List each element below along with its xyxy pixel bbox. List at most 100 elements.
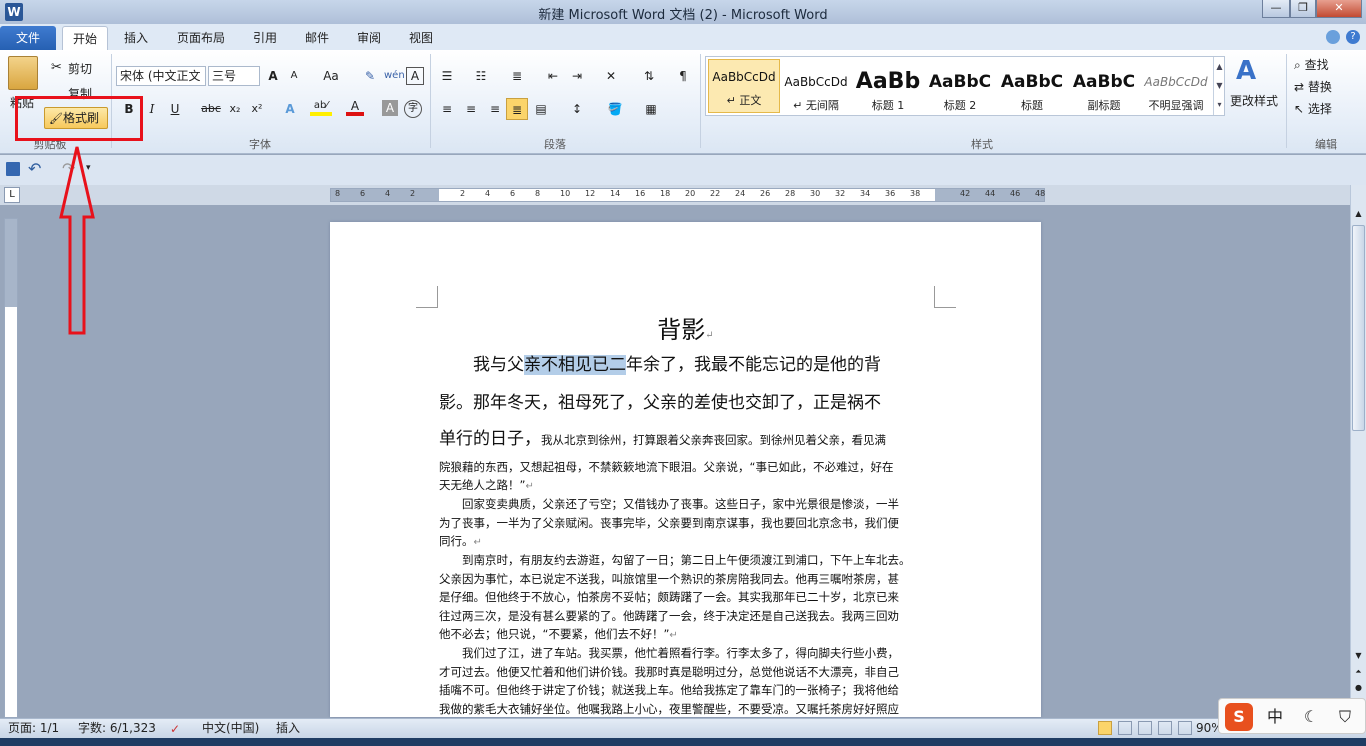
language-indicator[interactable]: 中文(中国): [202, 719, 259, 737]
style-preview: AaBbCcDd: [1144, 75, 1208, 89]
save-icon[interactable]: [6, 162, 20, 176]
scroll-thumb[interactable]: [1352, 225, 1365, 431]
style-heading-1[interactable]: AaBb 标题 1: [852, 65, 924, 121]
highlight-color-icon[interactable]: ab⁄: [310, 98, 332, 116]
title-bar: W 新建 Microsoft Word 文档 (2) - Microsoft W…: [0, 0, 1366, 24]
borders-icon[interactable]: ▦: [640, 98, 662, 120]
find-label: 查找: [1304, 58, 1329, 72]
minimize-ribbon-icon[interactable]: [1326, 30, 1340, 44]
minimize-button[interactable]: —: [1262, 0, 1290, 18]
web-layout-icon[interactable]: [1138, 721, 1152, 735]
change-case-button[interactable]: Aa: [318, 65, 344, 87]
char-border-button[interactable]: A: [406, 67, 424, 85]
insert-mode[interactable]: 插入: [276, 719, 300, 737]
shrink-font-button[interactable]: A: [286, 65, 302, 87]
draft-icon[interactable]: [1178, 721, 1192, 735]
font-size-dropdown[interactable]: 三号: [208, 66, 260, 86]
strikethrough-button[interactable]: abc: [200, 98, 222, 120]
style-title[interactable]: AaBbC 标题: [996, 65, 1068, 121]
char-shading-icon[interactable]: A: [382, 100, 398, 116]
paragraph-line: 回家变卖典质，父亲还了亏空；又借钱办了丧事。这些日子，家中光景很是惨淡，一半: [439, 497, 899, 511]
style-normal[interactable]: AaBbCcDd ↵ 正文: [708, 59, 780, 113]
paste-icon[interactable]: [8, 56, 38, 90]
find-button[interactable]: ⌕ 查找: [1294, 56, 1329, 73]
text-effects-icon[interactable]: A: [280, 98, 300, 120]
paragraph-line: 插嘴不可。但他终于讲定了价钱；就送我上车。他给我拣定了靠车门的一张椅子；我将他给: [439, 683, 899, 697]
styles-scroll[interactable]: ▲ ▼ ▾: [1213, 57, 1225, 115]
margin-corner-mark: [934, 286, 956, 308]
enclose-characters-button[interactable]: 字: [404, 100, 422, 118]
ime-lang-toggle[interactable]: 中: [1261, 703, 1289, 731]
tab-selector-icon[interactable]: L: [4, 187, 20, 203]
style-subtitle[interactable]: AaBbC 副标题: [1068, 65, 1140, 121]
subscript-button[interactable]: x₂: [226, 98, 244, 120]
sort-icon[interactable]: ⇅: [640, 65, 658, 87]
underline-button[interactable]: U: [166, 98, 184, 120]
prev-page-icon[interactable]: ⏶: [1352, 667, 1365, 681]
font-family-dropdown[interactable]: 宋体 (中文正文: [116, 66, 206, 86]
tab-home[interactable]: 开始: [62, 26, 108, 50]
skin-icon[interactable]: ⛉: [1331, 703, 1359, 731]
cut-button[interactable]: 剪切: [68, 60, 92, 77]
italic-button[interactable]: I: [144, 98, 160, 120]
vertical-scrollbar[interactable]: ▲ ▼ ⏶ ●: [1350, 185, 1366, 718]
help-icon[interactable]: ?: [1346, 30, 1360, 44]
reading-layout-icon[interactable]: [1118, 721, 1132, 735]
horizontal-ruler[interactable]: 8 6 4 2 2 4 6 8 10 12 14 16 18 20 22 24 26 28 30 32 34 36 38 42…: [330, 188, 1045, 202]
ruler-tick-label: 6: [510, 189, 516, 198]
align-left-icon[interactable]: ≡: [438, 98, 456, 120]
justify-icon[interactable]: ≣: [506, 98, 528, 120]
superscript-button[interactable]: x²: [248, 98, 266, 120]
align-center-icon[interactable]: ≡: [462, 98, 480, 120]
multilevel-list-icon[interactable]: ≣: [508, 65, 526, 87]
scroll-up-icon[interactable]: ▲: [1352, 209, 1365, 223]
undo-icon[interactable]: ↶: [28, 159, 41, 178]
clear-formatting-icon[interactable]: ✎: [360, 65, 380, 87]
bullets-icon[interactable]: ☰: [438, 65, 456, 87]
phonetic-guide-icon[interactable]: wén: [384, 65, 405, 87]
tab-mailings[interactable]: 邮件: [296, 26, 338, 50]
group-styles-label: 样式: [971, 138, 993, 151]
style-no-spacing[interactable]: AaBbCcDd ↵ 无间隔: [780, 65, 852, 121]
moon-icon[interactable]: ☾: [1297, 703, 1325, 731]
increase-indent-icon[interactable]: ⇥: [568, 65, 586, 87]
font-color-button[interactable]: A: [346, 98, 364, 116]
line-spacing-icon[interactable]: ↕: [566, 98, 588, 120]
decrease-indent-icon[interactable]: ⇤: [544, 65, 562, 87]
shading-icon[interactable]: 🪣: [604, 98, 626, 120]
scissors-icon[interactable]: ✂: [51, 60, 62, 75]
scroll-down-icon[interactable]: ▼: [1352, 651, 1365, 665]
document-page[interactable]: 背影↵ 我与父亲不相见已二年余了，我最不能忘记的是他的背 影。那年冬天，祖母死了…: [330, 222, 1041, 717]
grow-font-button[interactable]: A: [264, 65, 282, 87]
style-heading-2[interactable]: AaBbC 标题 2: [924, 65, 996, 121]
outline-icon[interactable]: [1158, 721, 1172, 735]
print-layout-icon[interactable]: [1098, 721, 1112, 735]
ruler-tick-label: 38: [910, 189, 921, 198]
distributed-icon[interactable]: ▤: [532, 98, 550, 120]
change-styles-icon[interactable]: A: [1236, 56, 1256, 86]
show-marks-icon[interactable]: ¶: [674, 65, 692, 87]
numbering-icon[interactable]: ☷: [472, 65, 490, 87]
page-count[interactable]: 页面: 1/1: [8, 719, 59, 737]
style-subtle-emphasis[interactable]: AaBbCcDd 不明显强调: [1140, 65, 1212, 121]
select-browse-object-icon[interactable]: ●: [1352, 683, 1365, 697]
align-right-icon[interactable]: ≡: [486, 98, 504, 120]
tab-review[interactable]: 审阅: [348, 26, 390, 50]
chinese-layout-icon[interactable]: ✕: [600, 65, 622, 87]
change-styles-button[interactable]: 更改样式: [1230, 92, 1278, 109]
replace-button[interactable]: ⇄ 替换: [1294, 78, 1332, 95]
ruler-tick-label: 14: [610, 189, 621, 198]
word-count[interactable]: 字数: 6/1,323: [78, 719, 156, 737]
tab-file[interactable]: 文件: [0, 26, 56, 50]
restore-button[interactable]: ❐: [1290, 0, 1316, 18]
sogou-logo-icon[interactable]: S: [1225, 703, 1253, 731]
tab-page-layout[interactable]: 页面布局: [168, 26, 234, 50]
proofing-icon[interactable]: ✓: [170, 720, 186, 736]
select-button[interactable]: ↖ 选择: [1294, 100, 1332, 117]
ruler-tick-label: 4: [485, 189, 491, 198]
close-button[interactable]: ✕: [1316, 0, 1362, 18]
tab-references[interactable]: 引用: [244, 26, 286, 50]
tab-insert[interactable]: 插入: [114, 26, 158, 50]
vertical-ruler[interactable]: [4, 218, 18, 718]
tab-view[interactable]: 视图: [400, 26, 442, 50]
